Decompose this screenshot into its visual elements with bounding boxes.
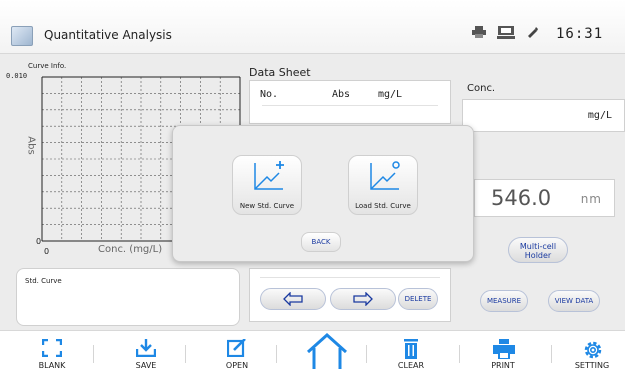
setting-button[interactable]: SETTING	[562, 331, 622, 370]
arrow-left-icon	[283, 291, 303, 307]
save-button[interactable]: SAVE	[116, 331, 176, 370]
print-icon	[493, 339, 515, 359]
printer-status-icon	[472, 26, 486, 38]
pager-divider	[260, 277, 440, 278]
back-button[interactable]: BACK	[301, 232, 341, 252]
data-sheet-table: No. Abs mg/L	[249, 80, 451, 124]
new-curve-icon	[254, 161, 284, 190]
column-header-no: No.	[260, 89, 279, 100]
bottom-toolbar: BLANK SAVE OPEN CLEAR PRINT SETTING	[0, 330, 625, 370]
open-button[interactable]: OPEN	[207, 331, 267, 370]
clear-icon	[404, 339, 418, 359]
home-button[interactable]	[296, 331, 358, 370]
x-axis-label: Conc. (mg/L)	[98, 244, 163, 255]
pen-status-icon	[528, 27, 538, 38]
blank-icon	[42, 339, 62, 357]
multi-cell-line2: Holder	[524, 251, 552, 260]
arrow-right-icon	[353, 291, 373, 307]
multi-cell-line1: Multi-cell	[519, 242, 557, 251]
open-icon	[227, 339, 246, 357]
home-icon	[306, 333, 348, 369]
delete-button[interactable]: DELETE	[398, 288, 438, 310]
blank-button[interactable]: BLANK	[22, 331, 82, 370]
toolbar-divider	[276, 345, 277, 363]
save-icon	[136, 339, 156, 357]
load-std-curve-button[interactable]: Load Std. Curve	[348, 155, 418, 215]
print-button[interactable]: PRINT	[473, 331, 533, 370]
std-curve-panel: Std. Curve	[16, 268, 240, 326]
data-sheet-title: Data Sheet	[249, 66, 311, 79]
print-label: PRINT	[491, 361, 515, 370]
wavelength-box[interactable]: 546.0 nm	[474, 179, 615, 217]
conc-unit: mg/L	[587, 110, 612, 121]
x-axis-zero: 0	[44, 247, 50, 256]
clear-button[interactable]: CLEAR	[381, 331, 441, 370]
gear-icon	[584, 341, 602, 359]
toolbar-divider	[459, 345, 460, 363]
new-std-curve-label: New Std. Curve	[239, 202, 295, 210]
monitor-status-icon	[497, 26, 515, 39]
load-curve-icon	[370, 161, 400, 190]
toolbar-divider	[551, 345, 552, 363]
multi-cell-holder-button[interactable]: Multi-cell Holder	[508, 237, 568, 263]
setting-label: SETTING	[574, 361, 610, 370]
load-std-curve-label: Load Std. Curve	[355, 202, 411, 210]
app-window: Quantitative Analysis 16:31 Curve Info. …	[0, 0, 625, 370]
blank-label: BLANK	[38, 361, 66, 370]
wavelength-unit: nm	[580, 192, 602, 206]
save-label: SAVE	[135, 361, 157, 370]
toolbar-divider	[93, 345, 94, 363]
column-header-abs: Abs	[332, 89, 351, 100]
clear-label: CLEAR	[397, 361, 425, 370]
header-divider	[262, 105, 438, 106]
clock: 16:31	[556, 26, 604, 42]
column-header-mgl: mg/L	[378, 89, 403, 100]
conc-value-box: mg/L	[462, 99, 625, 132]
toolbar-divider	[366, 345, 367, 363]
conc-label: Conc.	[467, 83, 496, 94]
std-curve-label: Std. Curve	[25, 277, 62, 285]
view-data-button[interactable]: VIEW DATA	[548, 290, 600, 312]
open-label: OPEN	[225, 361, 249, 370]
measure-button[interactable]: MEASURE	[480, 290, 528, 312]
new-std-curve-button[interactable]: New Std. Curve	[232, 155, 302, 215]
toolbar-divider	[185, 345, 186, 363]
wavelength-value: 546.0	[491, 186, 552, 210]
prev-page-button[interactable]	[260, 288, 326, 310]
y-axis-zero: 0	[36, 237, 42, 246]
next-page-button[interactable]	[330, 288, 396, 310]
